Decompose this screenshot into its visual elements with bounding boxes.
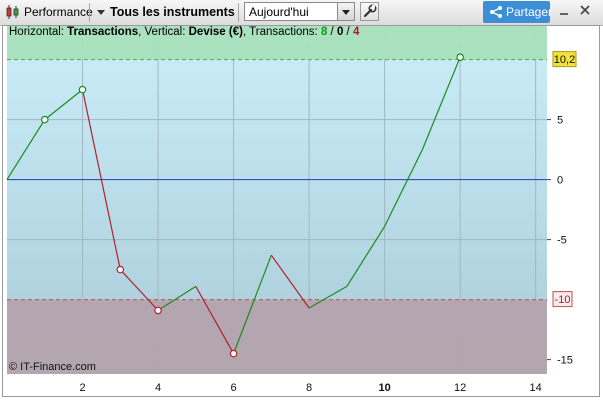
- chart-frame: [2, 25, 600, 397]
- legend-horizontal-value: Transactions: [67, 26, 139, 38]
- legend-separator: /: [327, 26, 337, 38]
- legend-horizontal-prefix: Horizontal:: [9, 26, 68, 38]
- chart-legend: Horizontal: Transactions, Vertical: Devi…: [9, 26, 359, 38]
- legend-separator: /: [343, 26, 353, 38]
- legend-vertical-prefix: , Vertical:: [138, 26, 189, 38]
- watermark: © IT-Finance.com: [9, 361, 96, 373]
- legend-vertical-value: Devise (€): [188, 26, 243, 38]
- legend-transactions-prefix: , Transactions:: [242, 26, 321, 38]
- legend-count-negative: 4: [352, 26, 360, 38]
